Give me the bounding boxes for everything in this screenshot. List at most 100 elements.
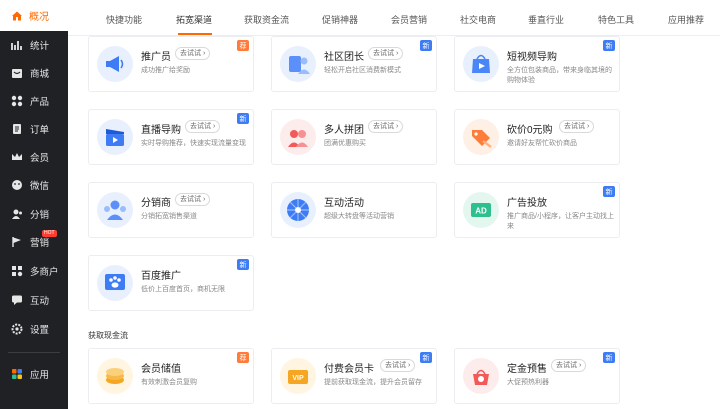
home-icon: [11, 10, 23, 22]
merchant-icon: [11, 265, 23, 277]
card-desc: 提前获取现金流，提升会员留存: [324, 379, 422, 386]
group-buy-icon: [280, 119, 316, 155]
sidebar-item-overview[interactable]: 概况: [0, 0, 68, 31]
section-title-cash-flow: 获取现金流: [88, 331, 128, 340]
card-title: 定金预售: [507, 364, 547, 375]
card-desc: 有效刺激会员复购: [141, 379, 197, 386]
try-button[interactable]: 去试试 ›: [175, 47, 211, 60]
try-button[interactable]: 去试试 ›: [559, 120, 595, 133]
try-button[interactable]: 去试试 ›: [368, 47, 404, 60]
new-badge: 新: [420, 352, 432, 363]
card-title: 多人拼团: [324, 125, 364, 136]
card-group-buy[interactable]: 多人拼团 去试试 › 团满优惠购买: [271, 109, 437, 165]
card-desc: 超级大转盘等活动营销: [324, 213, 394, 220]
card-community-leader[interactable]: 社区团长 去试试 › 轻松开启社区消费新模式 新: [271, 36, 437, 92]
sidebar-item-label: 产品: [30, 97, 50, 108]
sidebar-item-label: 互动: [30, 296, 50, 307]
sidebar-item-label: 分销: [30, 210, 50, 221]
sidebar-item-distribution[interactable]: 分销: [0, 202, 68, 226]
try-button[interactable]: 去试试 ›: [185, 120, 221, 133]
sidebar-item-marketing[interactable]: 营销 HOT: [0, 230, 68, 254]
card-title: 砍价0元购: [507, 125, 553, 136]
try-button[interactable]: 去试试 ›: [368, 120, 404, 133]
tab-quick-functions[interactable]: 快捷功能: [106, 13, 142, 26]
new-badge: 新: [603, 40, 615, 51]
tab-vertical-industry[interactable]: 垂直行业: [528, 13, 564, 26]
stats-icon: [11, 39, 23, 51]
sidebar-item-products[interactable]: 产品: [0, 89, 68, 113]
card-title: 社区团长: [324, 52, 364, 63]
sidebar-item-label: 订单: [30, 125, 50, 136]
sidebar-item-apps[interactable]: 应用: [0, 362, 68, 386]
megaphone-icon: [97, 46, 133, 82]
tab-app-recommend[interactable]: 应用推荐: [668, 13, 704, 26]
card-baidu-promotion[interactable]: 百度推广 低价上百度首页，商机无限 新: [88, 255, 254, 311]
tab-social-ecommerce[interactable]: 社交电商: [460, 13, 496, 26]
sidebar-item-label: 微信: [30, 181, 50, 192]
sidebar-item-label: 应用: [30, 370, 50, 381]
tab-promotion-tools[interactable]: 促销神器: [322, 13, 358, 26]
sidebar-item-orders[interactable]: 订单: [0, 117, 68, 141]
card-desc: 实时导购推荐，快速实现流量变现: [141, 140, 246, 147]
card-paid-member-card[interactable]: VIP 付费会员卡 去试试 › 提前获取现金流，提升会员留存 新: [271, 348, 437, 404]
card-desc: 低价上百度首页，商机无限: [141, 286, 225, 293]
card-title: 短视频导购: [507, 52, 557, 63]
card-desc: 轻松开启社区消费新模式: [324, 67, 401, 74]
card-live-guide[interactable]: 直播导购 去试试 › 实时导购推荐，快速实现流量变现 新: [88, 109, 254, 165]
new-badge: 新: [603, 186, 615, 197]
card-desc: 分销拓宽销售渠道: [141, 213, 197, 220]
recommend-badge: 荐: [237, 40, 249, 51]
new-badge: 新: [237, 259, 249, 270]
recommend-badge: 荐: [237, 352, 249, 363]
wheel-icon: [280, 192, 316, 228]
video-bag-icon: [463, 46, 499, 82]
card-distributor[interactable]: 分销商 去试试 › 分销拓宽销售渠道: [88, 182, 254, 238]
card-ad-placement[interactable]: AD 广告投放 推广商品/小程序，让客户主动找上来 新: [454, 182, 620, 238]
card-member-deposit[interactable]: 会员储值 有效刺激会员复购 荐: [88, 348, 254, 404]
card-title: 互动活动: [324, 198, 364, 209]
card-deposit-presale[interactable]: 定金预售 去试试 › 大促预热利器 新: [454, 348, 620, 404]
tab-expand-channels[interactable]: 拓宽渠道: [176, 13, 212, 26]
sidebar-item-label: 多商户: [30, 267, 59, 278]
baidu-icon: [97, 265, 133, 301]
tab-cash-flow[interactable]: 获取资金流: [244, 13, 289, 26]
svg-text:VIP: VIP: [292, 375, 304, 382]
card-title: 广告投放: [507, 198, 547, 209]
sidebar-item-label: 会员: [30, 153, 50, 164]
community-icon: [280, 46, 316, 82]
card-promoter[interactable]: 推广员 去试试 › 成功推广给奖励 荐: [88, 36, 254, 92]
card-desc: 成功推广给奖励: [141, 67, 190, 74]
order-icon: [11, 123, 23, 135]
try-button[interactable]: 去试试 ›: [551, 359, 587, 372]
sidebar-item-settings[interactable]: 设置: [0, 317, 68, 341]
sidebar-item-label: 统计: [30, 41, 50, 52]
card-desc: 邀请好友帮忙砍价商品: [507, 140, 577, 147]
crown-icon: [11, 151, 23, 163]
chat-icon: [11, 294, 23, 306]
sidebar-item-label: 商城: [30, 69, 50, 80]
try-button[interactable]: 去试试 ›: [175, 193, 211, 206]
clapper-icon: [97, 119, 133, 155]
try-button[interactable]: 去试试 ›: [380, 359, 416, 372]
sidebar-item-wechat[interactable]: 微信: [0, 173, 68, 197]
card-desc: 大促预热利器: [507, 379, 549, 386]
card-title: 付费会员卡: [324, 364, 374, 375]
card-short-video-guide[interactable]: 短视频导购 全方位包装商品，带来身临其境的购物体验 新: [454, 36, 620, 92]
sidebar-item-members[interactable]: 会员: [0, 145, 68, 169]
new-badge: 新: [420, 40, 432, 51]
category-tabs: 快捷功能 拓宽渠道 获取资金流 促销神器 会员营销 社交电商 垂直行业 特色工具…: [68, 0, 720, 36]
flag-icon: [11, 236, 23, 248]
tab-member-marketing[interactable]: 会员营销: [391, 13, 427, 26]
card-bargain[interactable]: 砍价0元购 去试试 › 邀请好友帮忙砍价商品: [454, 109, 620, 165]
distribution-icon: [11, 208, 23, 220]
card-desc: 推广商品/小程序，让客户主动找上来: [507, 213, 614, 230]
new-badge: 新: [603, 352, 615, 363]
sidebar-item-multi-merchant[interactable]: 多商户: [0, 259, 68, 283]
card-interactive-activity[interactable]: 互动活动 超级大转盘等活动营销: [271, 182, 437, 238]
ad-icon: AD: [463, 192, 499, 228]
sidebar-item-stats[interactable]: 统计: [0, 33, 68, 57]
sidebar-item-interaction[interactable]: 互动: [0, 288, 68, 312]
tab-special-tools[interactable]: 特色工具: [598, 13, 634, 26]
sidebar-item-store[interactable]: 商城: [0, 61, 68, 85]
card-title: 直播导购: [141, 125, 181, 136]
